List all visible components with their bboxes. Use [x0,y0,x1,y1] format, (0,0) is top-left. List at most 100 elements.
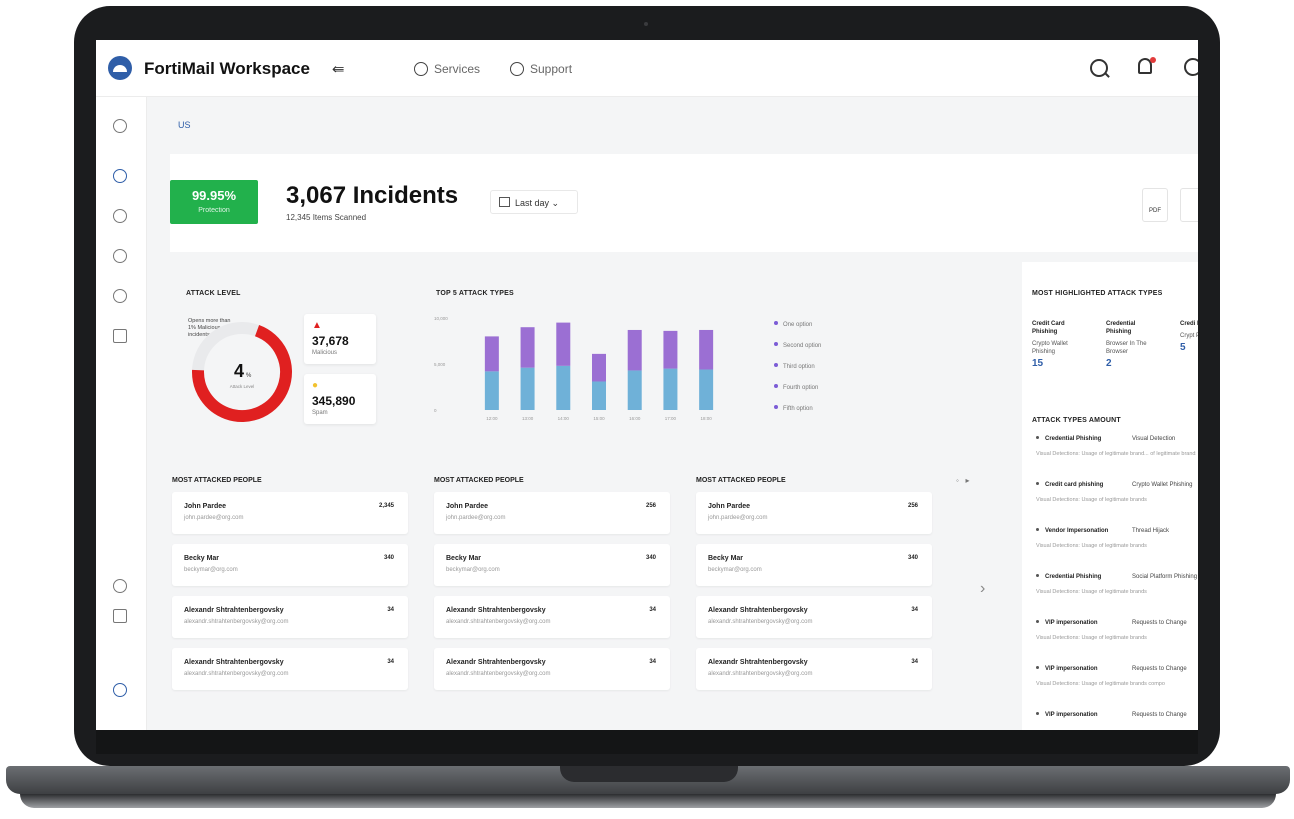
spam-card[interactable]: ● 345,890 Spam [304,374,376,424]
search-icon[interactable] [1090,59,1108,77]
highlighted-col[interactable]: Credit Card Phishing Crypto Wallet Phish… [1032,320,1080,369]
person-card[interactable]: John Pardee john.pardee@org.com 256 [696,492,932,534]
laptop-base-shadow [20,794,1276,808]
spam-value: 345,890 [312,394,356,408]
bar-segment-upper[interactable] [520,327,535,368]
legend-item[interactable]: Fourth option [774,384,818,391]
attack-type-description: Visual Detections: Usage of legitimate b… [1036,589,1147,595]
people-list-title: MOST ATTACKED PEOPLE [172,477,262,484]
sidebar [96,97,147,730]
person-name: John Pardee [708,503,751,510]
nav-support[interactable]: Support [510,62,572,76]
sidebar-users-icon[interactable] [113,249,127,263]
services-icon [414,62,428,76]
bar-segment-lower[interactable] [556,365,571,410]
person-card[interactable]: John Pardee john.pardee@org.com 2,345 [172,492,408,534]
share-button[interactable] [1180,188,1198,222]
highlighted-col[interactable]: Credi Phishi Crypt Phish 5 [1180,320,1198,353]
x-tick-label: 17:00 [665,416,677,421]
attack-type-secondary: Requests to Change [1132,620,1187,626]
attack-type-item[interactable]: Credential Phishing Visual Detection Visua… [1036,436,1198,459]
bar-segment-upper[interactable] [699,329,714,370]
person-email: beckymar@org.com [184,567,238,573]
attack-type-item[interactable]: Vendor Impersonation Thread Hijack Visual … [1036,528,1198,551]
malicious-card[interactable]: ▲ 37,678 Malicious [304,314,376,364]
person-card[interactable]: Alexandr Shtrahtenbergovsky alexandr.shtr… [172,648,408,690]
protection-badge: 99.95% Protection [170,180,258,224]
export-pdf-button[interactable]: PDF [1142,188,1168,222]
bar-segment-lower[interactable] [663,368,678,410]
legend-item[interactable]: Third option [774,363,815,370]
highlighted-col-title: Credential Phishing [1106,321,1136,335]
fortimail-logo-icon[interactable] [108,56,132,80]
bar-segment-lower[interactable] [627,370,642,410]
next-page-arrow[interactable]: › [980,580,985,598]
sidebar-overview-icon[interactable] [113,169,127,183]
breadcrumb[interactable]: US [178,120,191,130]
attack-level-unit: % [246,373,252,379]
period-label: Last day [515,198,550,208]
attack-type-name: Credential Phishing [1045,436,1102,442]
attack-type-row: VIP impersonation Requests to Change [1036,620,1198,626]
attack-type-item[interactable]: VIP impersonation Requests to Change Visua… [1036,620,1198,643]
person-card[interactable]: Alexandr Shtrahtenbergovsky alexandr.shtr… [696,648,932,690]
person-card[interactable]: Becky Mar beckymar@org.com 340 [696,544,932,586]
bar-segment-lower[interactable] [699,369,714,410]
pager-next[interactable]: ▸ [966,476,970,485]
highlighted-col-title: Credi Phishi [1180,321,1198,327]
bar-segment-upper[interactable] [663,330,678,369]
attack-type-name: Credit card phishing [1045,482,1104,488]
attack-type-item[interactable]: VIP impersonation Requests to Change [1036,712,1198,718]
sidebar-threats-icon[interactable] [113,209,127,223]
sidebar-account-icon[interactable] [113,683,127,697]
attack-type-description: Visual Detections: Usage of legitimate b… [1036,497,1147,503]
period-dropdown[interactable]: Last day ⌄ [490,190,578,214]
person-attack-count: 34 [387,659,394,665]
pager-prev[interactable]: ◦ [956,476,959,485]
bar-segment-lower[interactable] [520,367,535,410]
bar-segment-upper[interactable] [592,353,606,382]
person-card[interactable]: Alexandr Shtrahtenbergovsky alexandr.shtr… [172,596,408,638]
protection-percentage: 99.95% [191,188,237,203]
person-card[interactable]: Becky Mar beckymar@org.com 340 [172,544,408,586]
person-card[interactable]: Alexandr Shtrahtenbergovsky alexandr.shtr… [434,648,670,690]
screen-bezel [96,730,1198,754]
person-email: alexandr.shtrahtenbergovsky@org.com [184,671,289,677]
legend-label: Third option [783,364,815,370]
bar-segment-lower[interactable] [484,371,499,410]
attack-type-item[interactable]: VIP impersonation Requests to Change Visua… [1036,666,1198,689]
bar-segment-upper[interactable] [556,322,571,366]
legend-item[interactable]: One option [774,321,812,328]
legend-item[interactable]: Second option [774,342,821,349]
pager-controls[interactable]: ◦ ▸ [956,476,970,485]
sidebar-settings-icon[interactable] [113,289,127,303]
attack-type-name: Credential Phishing [1045,574,1102,580]
sidebar-messages-icon[interactable] [113,609,127,623]
people-list-title: MOST ATTACKED PEOPLE [696,477,786,484]
collapse-sidebar-icon[interactable]: ⇚ [332,60,345,78]
laptop-notch [560,766,738,782]
bar-segment-upper[interactable] [484,336,499,372]
person-card[interactable]: John Pardee john.pardee@org.com 256 [434,492,670,534]
profile-icon[interactable] [1184,58,1198,76]
person-card[interactable]: Becky Mar beckymar@org.com 340 [434,544,670,586]
sidebar-reports-icon[interactable] [113,329,127,343]
bar-segment-upper[interactable] [627,329,642,371]
person-attack-count: 340 [383,555,394,561]
highlighted-col[interactable]: Credential Phishing Browser In The Brows… [1106,320,1154,369]
sidebar-search-icon[interactable] [113,119,127,133]
bar-segment-lower[interactable] [592,381,606,410]
person-card[interactable]: Alexandr Shtrahtenbergovsky alexandr.shtr… [434,596,670,638]
person-card[interactable]: Alexandr Shtrahtenbergovsky alexandr.shtr… [696,596,932,638]
attack-type-row: VIP impersonation Requests to Change [1036,666,1198,672]
attack-type-item[interactable]: Credential Phishing Social Platform Phish… [1036,574,1198,597]
person-email: alexandr.shtrahtenbergovsky@org.com [184,619,289,625]
app-screen: FortiMail Workspace ⇚ Services Support U… [96,40,1198,730]
sidebar-help-icon[interactable] [113,579,127,593]
attack-type-item[interactable]: Credit card phishing Crypto Wallet Phishi… [1036,482,1198,505]
highlighted-col-value: 5 [1180,342,1186,353]
attack-type-secondary: Crypto Wallet Phishing [1132,482,1193,488]
nav-services[interactable]: Services [414,62,480,76]
legend-item[interactable]: Fifth option [774,405,813,412]
legend-dot-icon [774,384,778,388]
